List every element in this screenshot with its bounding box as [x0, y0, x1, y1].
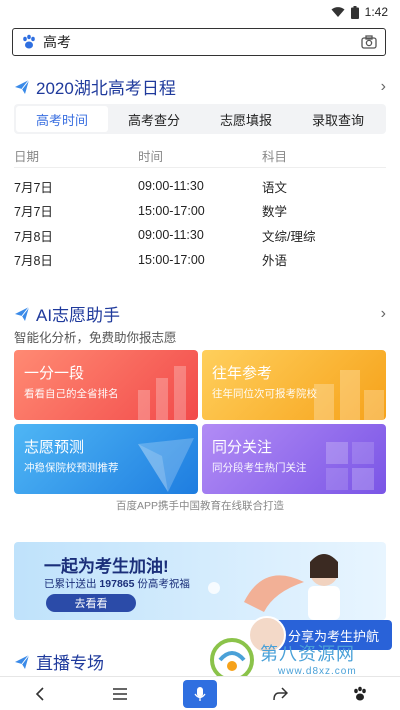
- baidu-paw-icon: [354, 686, 366, 700]
- card-same-score[interactable]: 同分关注 同分段考生热门关注: [202, 424, 386, 494]
- ai-assistant-header[interactable]: AI志愿助手 ›: [14, 301, 386, 326]
- header-subject: 科目: [262, 150, 288, 164]
- schedule-table: 日期 时间 科目 7月7日 09:00-11:30 语文 7月7日 15:00-…: [14, 144, 386, 272]
- ai-assistant-title: AI志愿助手: [36, 306, 121, 325]
- microphone-icon: [194, 686, 206, 701]
- banner-go-button[interactable]: 去看看: [46, 594, 136, 612]
- card-prediction[interactable]: 志愿预测 冲稳保院校预测推荐: [14, 424, 198, 494]
- status-bar: 1:42: [0, 0, 400, 24]
- share-forward-button[interactable]: [260, 679, 300, 709]
- cheer-banner[interactable]: 一起为考生加油! 已累计送出 197865 份高考祝福 去看看: [14, 542, 386, 620]
- header-time: 时间: [138, 150, 164, 164]
- tab-exam-time[interactable]: 高考时间: [16, 106, 108, 132]
- banner-sub-prefix: 已累计送出: [44, 578, 97, 590]
- schedule-title: 2020湖北高考日程: [36, 79, 176, 98]
- back-icon: [35, 686, 44, 701]
- table-header: 日期 时间 科目: [14, 144, 386, 168]
- cell-subject: 外语: [262, 254, 288, 269]
- banner-subtitle: 已累计送出 197865 份高考祝福: [44, 576, 190, 591]
- voice-button[interactable]: [180, 679, 220, 709]
- baidu-paw-icon: [23, 34, 35, 49]
- ai-cards: 一分一段 看看自己的全省排名 往年参考 往年同位次可报考院校 志愿预测 冲稳保院…: [14, 350, 386, 494]
- partnership-note: 百度APP携手中国教育在线联合打造: [115, 500, 284, 512]
- schedule-header[interactable]: 2020湖北高考日程 ›: [14, 74, 386, 99]
- send-icon: [15, 654, 30, 669]
- clock: 1:42: [364, 5, 388, 19]
- wifi-icon: [331, 7, 345, 17]
- tab-score-query[interactable]: 高考查分: [108, 106, 200, 132]
- watermark-name: 第八资源网: [260, 644, 355, 664]
- ai-assistant-subtitle: 智能化分析，免费助你报志愿: [14, 331, 177, 345]
- tab-application[interactable]: 志愿填报: [200, 106, 292, 132]
- back-button[interactable]: [20, 679, 60, 709]
- send-icon: [15, 79, 30, 94]
- cell-time: 15:00-17:00: [138, 203, 205, 218]
- cell-date: 7月8日: [14, 229, 53, 244]
- cell-date: 7月7日: [14, 205, 53, 220]
- menu-button[interactable]: [100, 679, 140, 709]
- voice-pill[interactable]: [183, 679, 217, 708]
- card-subtitle: 冲稳保院校预测推荐: [24, 462, 119, 474]
- cell-time: 09:00-11:30: [138, 228, 204, 243]
- home-button[interactable]: [340, 679, 380, 709]
- banner-sub-suffix: 份高考祝福: [137, 578, 190, 590]
- menu-icon: [113, 687, 127, 700]
- bottom-nav: [0, 676, 400, 710]
- cell-date: 7月8日: [14, 254, 53, 269]
- schedule-tabs: 高考时间 高考查分 志愿填报 录取查询: [14, 104, 386, 134]
- chevron-right-icon[interactable]: ›: [381, 78, 386, 96]
- header-date: 日期: [14, 150, 40, 164]
- search-input[interactable]: 高考: [43, 32, 361, 52]
- card-past-reference[interactable]: 往年参考 往年同位次可报考院校: [202, 350, 386, 420]
- table-row: 7月7日 09:00-11:30 语文: [14, 174, 386, 199]
- cell-time: 09:00-11:30: [138, 179, 204, 194]
- share-icon: [273, 686, 288, 700]
- card-subtitle: 往年同位次可报考院校: [212, 388, 317, 400]
- battery-icon: [350, 5, 359, 19]
- cell-subject: 数学: [262, 205, 288, 220]
- search-bar[interactable]: 高考: [12, 28, 386, 56]
- chevron-right-icon[interactable]: ›: [381, 305, 386, 323]
- banner-count: 197865: [99, 578, 135, 590]
- tab-admission-query[interactable]: 录取查询: [292, 106, 384, 132]
- card-score-rank[interactable]: 一分一段 看看自己的全省排名: [14, 350, 198, 420]
- banner-title: 一起为考生加油!: [44, 557, 169, 576]
- card-subtitle: 看看自己的全省排名: [24, 388, 119, 400]
- table-row: 7月8日 09:00-11:30 文综/理综: [14, 223, 386, 248]
- cell-subject: 文综/理综: [262, 229, 316, 244]
- send-icon: [15, 306, 30, 321]
- cell-subject: 语文: [262, 180, 288, 195]
- cell-date: 7月7日: [14, 180, 53, 195]
- table-row: 7月7日 15:00-17:00 数学: [14, 199, 386, 224]
- table-row: 7月8日 15:00-17:00 外语: [14, 248, 386, 273]
- cell-time: 15:00-17:00: [138, 252, 205, 267]
- card-subtitle: 同分段考生热门关注: [212, 462, 307, 474]
- camera-icon[interactable]: [361, 34, 377, 50]
